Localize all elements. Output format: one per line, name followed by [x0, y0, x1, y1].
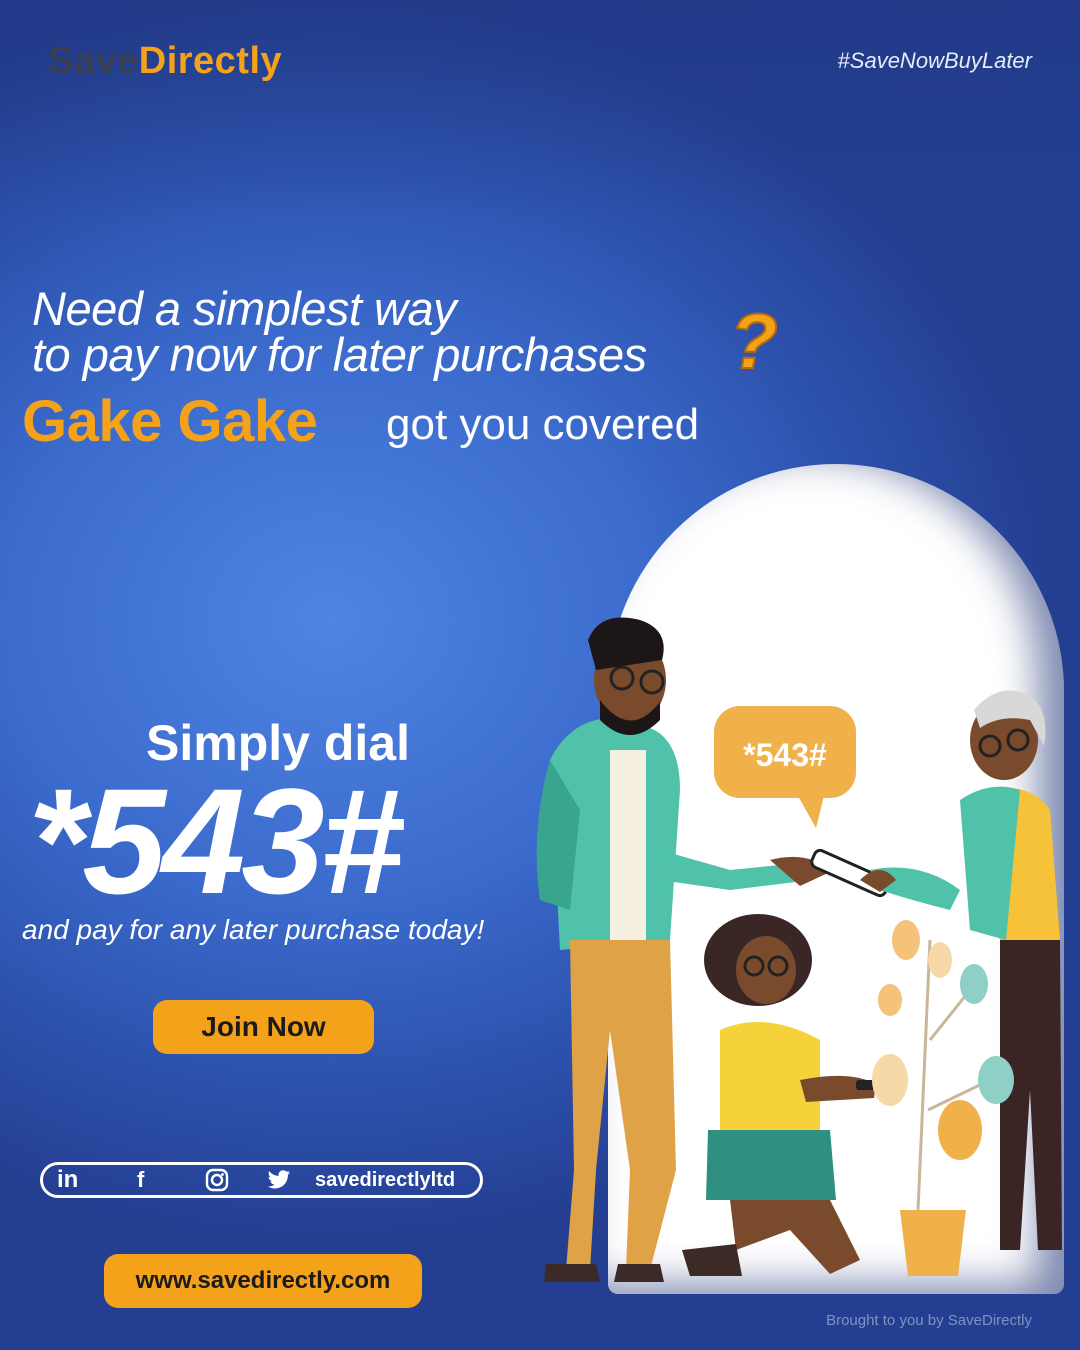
- ussd-code: *543#: [28, 757, 404, 925]
- website-link[interactable]: www.savedirectly.com: [104, 1254, 422, 1308]
- question-mark: ?: [729, 296, 779, 386]
- bubble-text: *543#: [743, 737, 827, 773]
- brand-logo-part2: Directly: [138, 40, 283, 82]
- instagram-icon[interactable]: [181, 1168, 243, 1192]
- dial-tagline: and pay for any later purchase today!: [22, 914, 485, 945]
- hashtag: #SaveNowBuyLater: [837, 48, 1032, 73]
- linkedin-icon[interactable]: in: [57, 1166, 119, 1194]
- linkedin-glyph: in: [57, 1166, 79, 1193]
- brand-logo[interactable]: SaveDirectly: [48, 40, 282, 83]
- kneeling-woman: [682, 914, 884, 1276]
- people-illustration: *543#: [536, 617, 1062, 1282]
- headline-rest: got you covered: [386, 400, 700, 449]
- footer-credit: Brought to you by SaveDirectly: [826, 1312, 1032, 1329]
- social-handle[interactable]: savedirectlyltd: [315, 1169, 455, 1192]
- twitter-icon[interactable]: [243, 1169, 305, 1191]
- join-now-button[interactable]: Join Now: [153, 1000, 374, 1054]
- social-bar: in f savedirectlyltd: [40, 1162, 483, 1198]
- speech-bubble: *543#: [714, 706, 856, 828]
- headline-line1: Need a simplest way: [32, 282, 457, 335]
- promo-poster: SaveDirectly #SaveNowBuyLater Need a sim…: [0, 0, 1080, 1350]
- top-gradient: [0, 0, 1080, 220]
- brand-logo-part1: Save: [48, 40, 139, 82]
- headline-highlight: Gake Gake: [22, 389, 318, 454]
- headline-line2: to pay now for later purchases: [32, 328, 647, 381]
- facebook-glyph: f: [137, 1167, 145, 1192]
- facebook-icon[interactable]: f: [119, 1167, 181, 1193]
- older-man-right: [860, 690, 1062, 1250]
- plant-decoration: [872, 920, 1014, 1276]
